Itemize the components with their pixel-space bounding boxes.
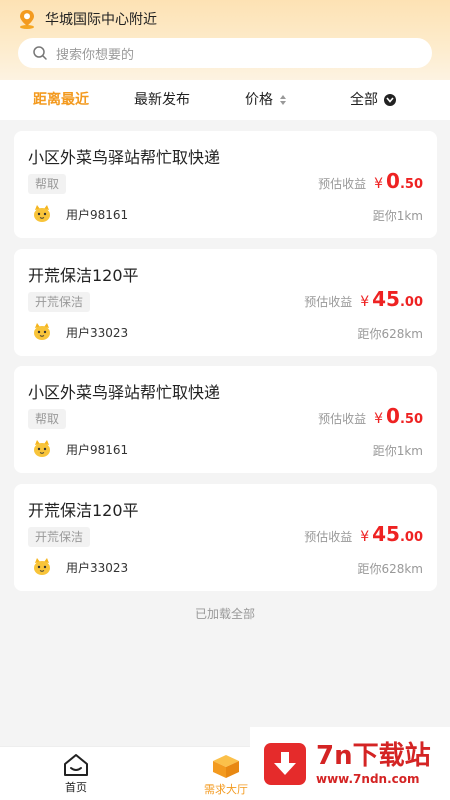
price-decimal: .50 <box>399 177 423 192</box>
income-label: 预估收益 <box>318 412 367 426</box>
home-icon <box>64 754 88 776</box>
location-pin-icon <box>20 10 34 29</box>
price-integer: 45 <box>372 522 400 546</box>
price-integer: 45 <box>372 287 400 311</box>
income-row: 预估收益 ¥ 45 .00 <box>304 287 423 311</box>
filter-nearest[interactable]: 距离最近 <box>33 80 89 120</box>
location-selector[interactable]: 华城国际中心附近 <box>18 8 157 30</box>
tab-home-label: 首页 <box>65 781 87 794</box>
watermark-logo: 7n下载站 www.7ndn.com <box>250 727 450 800</box>
price-decimal: .50 <box>399 412 423 427</box>
filter-latest[interactable]: 最新发布 <box>134 80 190 120</box>
income-label: 预估收益 <box>304 295 353 309</box>
income-row: 预估收益 ¥ 0 .50 <box>318 404 423 428</box>
filter-label: 最新发布 <box>134 92 190 108</box>
filter-label: 全部 <box>350 92 378 108</box>
income-row: 预估收益 ¥ 0 .50 <box>318 169 423 193</box>
avatar <box>34 323 50 340</box>
task-card[interactable]: 小区外菜鸟驿站帮忙取快递 帮取 预估收益 ¥ 0 .50 用户98161 距你1… <box>14 131 437 238</box>
tab-need-hall[interactable]: 需求大厅 <box>196 753 256 797</box>
tab-home[interactable]: 首页 <box>56 753 96 795</box>
sort-arrows-icon <box>280 95 286 105</box>
avatar <box>34 440 50 457</box>
task-title: 小区外菜鸟驿站帮忙取快递 <box>28 148 221 167</box>
user-row: 用户33023 <box>32 322 128 342</box>
search-placeholder: 搜索你想要的 <box>56 47 135 63</box>
price-decimal: .00 <box>399 530 423 545</box>
avatar <box>34 558 50 575</box>
watermark-title: 7n下载站 <box>316 740 431 771</box>
search-input[interactable]: 搜索你想要的 <box>18 38 432 68</box>
income-label: 预估收益 <box>318 177 367 191</box>
distance: 距你1km <box>372 209 423 223</box>
task-card[interactable]: 开荒保洁120平 开荒保洁 预估收益 ¥ 45 .00 用户33023 距你62… <box>14 249 437 356</box>
box-icon <box>213 755 239 778</box>
price-integer: 0 <box>386 404 400 428</box>
filter-bar: 距离最近 最新发布 价格 全部 <box>0 80 450 120</box>
tab-need-hall-label: 需求大厅 <box>204 783 248 796</box>
user-name: 用户98161 <box>66 442 129 457</box>
chevron-down-icon <box>384 94 396 106</box>
filter-all[interactable]: 全部 <box>350 80 396 120</box>
currency-symbol: ¥ <box>374 176 384 192</box>
user-name: 用户33023 <box>66 560 129 575</box>
distance: 距你628km <box>357 327 423 341</box>
user-row: 用户33023 <box>32 557 128 577</box>
filter-label: 距离最近 <box>33 92 89 108</box>
income-label: 预估收益 <box>304 530 353 544</box>
task-tag: 开荒保洁 <box>28 527 91 547</box>
distance: 距你628km <box>357 562 423 576</box>
filter-label: 价格 <box>245 92 273 108</box>
search-icon <box>33 46 47 60</box>
filter-price[interactable]: 价格 <box>245 80 286 120</box>
income-row: 预估收益 ¥ 45 .00 <box>304 522 423 546</box>
price-decimal: .00 <box>399 295 423 310</box>
user-row: 用户98161 <box>32 204 128 224</box>
task-card[interactable]: 小区外菜鸟驿站帮忙取快递 帮取 预估收益 ¥ 0 .50 用户98161 距你1… <box>14 366 437 473</box>
user-name: 用户33023 <box>66 325 129 340</box>
currency-symbol: ¥ <box>360 294 370 310</box>
currency-symbol: ¥ <box>360 529 370 545</box>
list-end-text: 已加载全部 <box>194 607 255 621</box>
watermark-url: www.7ndn.com <box>316 771 420 786</box>
task-title: 开荒保洁120平 <box>28 501 139 520</box>
task-tag: 帮取 <box>28 174 67 194</box>
distance: 距你1km <box>372 444 423 458</box>
download-arrow-icon <box>264 742 306 785</box>
task-tag: 帮取 <box>28 409 67 429</box>
header: 华城国际中心附近 搜索你想要的 <box>0 0 450 80</box>
task-card[interactable]: 开荒保洁120平 开荒保洁 预估收益 ¥ 45 .00 用户33023 距你62… <box>14 484 437 591</box>
task-tag: 开荒保洁 <box>28 292 91 312</box>
location-text: 华城国际中心附近 <box>45 12 157 28</box>
price-integer: 0 <box>386 169 400 193</box>
task-title: 开荒保洁120平 <box>28 266 139 285</box>
user-row: 用户98161 <box>32 439 128 459</box>
task-title: 小区外菜鸟驿站帮忙取快递 <box>28 383 221 402</box>
user-name: 用户98161 <box>66 207 129 222</box>
currency-symbol: ¥ <box>374 411 384 427</box>
avatar <box>34 205 50 222</box>
